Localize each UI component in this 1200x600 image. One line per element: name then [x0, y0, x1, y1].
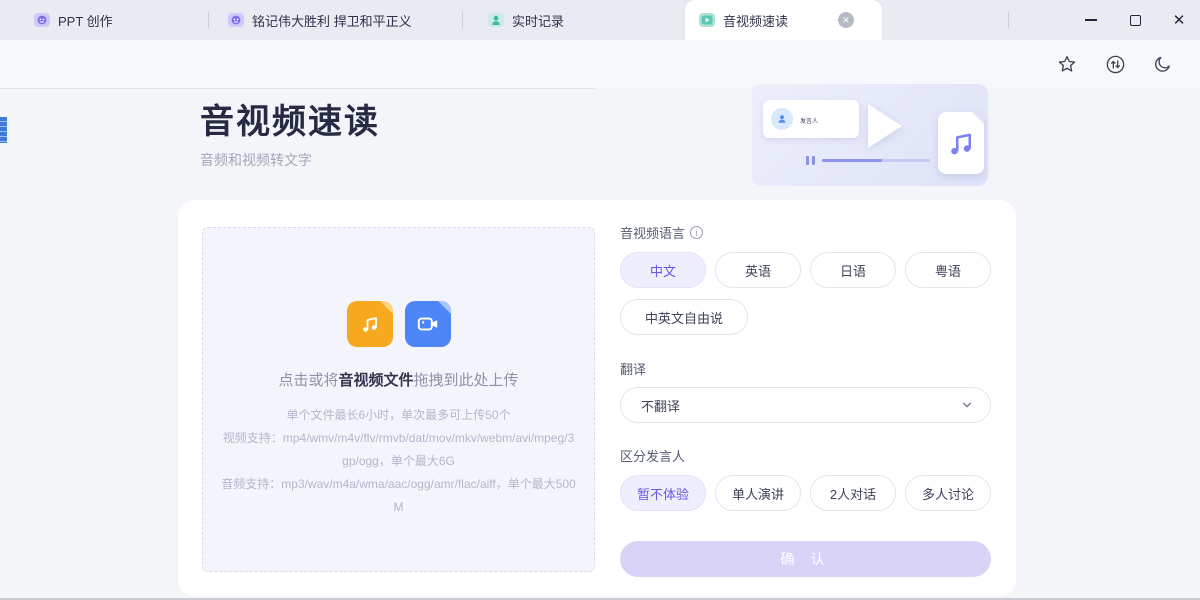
page-subtitle: 音频和视频转文字: [200, 150, 312, 170]
music-file-card: [938, 112, 984, 174]
tab-ppt-creation[interactable]: PPT 创作: [34, 0, 113, 40]
avatar: [771, 108, 793, 130]
language-options: 中文 英语 日语 粤语: [620, 252, 991, 288]
translate-label: 翻译: [620, 359, 646, 378]
hint-line: 音频支持：mp3/wav/m4a/wma/aac/ogg/amr/flac/ai…: [220, 473, 578, 519]
language-option-cantonese[interactable]: 粤语: [905, 252, 991, 288]
moon-icon[interactable]: [1152, 53, 1174, 75]
upload-instruction: 点击或将音视频文件拖拽到此处上传: [203, 369, 594, 390]
speaker-label: 发言人: [800, 119, 818, 125]
realtime-record-icon: [488, 12, 504, 28]
upload-hints: 单个文件最长6小时，单次最多可上传50个 视频支持：mp4/wmv/m4v/fl…: [220, 404, 578, 519]
tab-realtime-record[interactable]: 实时记录: [488, 0, 564, 40]
options-panel: 音视频语言 i 中文 英语 日语 粤语 中英文自由说 翻译 不翻译: [620, 223, 991, 577]
tab-close-icon[interactable]: ✕: [838, 12, 854, 28]
speaker-option-none[interactable]: 暂不体验: [620, 475, 706, 511]
header-divider: [0, 88, 595, 89]
chevron-down-icon: [962, 400, 972, 410]
tab-divider: [208, 12, 209, 28]
speaker-options: 暂不体验 单人演讲 2人对话 多人讨论: [620, 475, 991, 511]
speaker-label: 区分发言人: [620, 446, 685, 465]
tab-divider: [1008, 12, 1009, 28]
toolbar: [0, 40, 1200, 88]
tab-bar: PPT 创作 铭记伟大胜利 捍卫和平正义 实时记录: [0, 0, 1200, 40]
tab-media-read-active[interactable]: 音视频速读 ✕: [685, 0, 882, 40]
tab-divider: [462, 12, 463, 28]
speaker-label-row: 区分发言人: [620, 446, 991, 465]
ppt-robot-icon: [228, 12, 244, 28]
speaker-card: 发言人: [763, 100, 859, 138]
star-icon[interactable]: [1056, 53, 1078, 75]
speaker-option-two[interactable]: 2人对话: [810, 475, 896, 511]
info-icon[interactable]: i: [690, 226, 703, 239]
tab-label: PPT 创作: [58, 11, 113, 30]
progress-bar: [822, 159, 930, 162]
upload-dropzone[interactable]: 点击或将音视频文件拖拽到此处上传 单个文件最长6小时，单次最多可上传50个 视频…: [202, 227, 595, 572]
confirm-button[interactable]: 确 认: [620, 541, 991, 577]
window-controls: ✕: [1082, 0, 1188, 40]
language-label: 音视频语言: [620, 223, 685, 242]
close-window-button[interactable]: ✕: [1170, 11, 1188, 29]
media-player-illustration: 发言人: [752, 84, 988, 186]
music-note-icon: [946, 128, 976, 158]
minimize-button[interactable]: [1082, 11, 1100, 29]
hint-line: 视频支持：mp4/wmv/m4v/flv/rmvb/dat/mov/mkv/we…: [220, 427, 578, 473]
speaker-option-single[interactable]: 单人演讲: [715, 475, 801, 511]
translate-selected-value: 不翻译: [641, 396, 680, 415]
tab-label: 铭记伟大胜利 捍卫和平正义: [252, 11, 412, 30]
tab-label: 实时记录: [512, 11, 564, 30]
main-card: 点击或将音视频文件拖拽到此处上传 单个文件最长6小时，单次最多可上传50个 视频…: [178, 200, 1016, 596]
maximize-button[interactable]: [1126, 11, 1144, 29]
speaker-option-multi[interactable]: 多人讨论: [905, 475, 991, 511]
play-icon: [868, 104, 902, 148]
language-option-chinese[interactable]: 中文: [620, 252, 706, 288]
audio-file-icon: [347, 301, 393, 347]
tab-victory-doc[interactable]: 铭记伟大胜利 捍卫和平正义: [228, 0, 412, 40]
pause-icon: [806, 156, 815, 165]
translate-select[interactable]: 不翻译: [620, 387, 991, 423]
language-option-mixed[interactable]: 中英文自由说: [620, 299, 748, 335]
ppt-robot-icon: [34, 12, 50, 28]
language-option-english[interactable]: 英语: [715, 252, 801, 288]
page-title: 音视频速读: [200, 94, 380, 143]
tab-label: 音视频速读: [723, 11, 788, 30]
language-label-row: 音视频语言 i: [620, 223, 991, 242]
language-option-japanese[interactable]: 日语: [810, 252, 896, 288]
app-window: PPT 创作 铭记伟大胜利 捍卫和平正义 实时记录: [0, 0, 1200, 600]
docked-edge-widget[interactable]: [0, 117, 7, 143]
sort-transfer-icon[interactable]: [1104, 53, 1126, 75]
video-file-icon: [405, 301, 451, 347]
media-read-icon: [699, 12, 715, 28]
hint-line: 单个文件最长6小时，单次最多可上传50个: [220, 404, 578, 427]
translate-label-row: 翻译: [620, 359, 991, 378]
